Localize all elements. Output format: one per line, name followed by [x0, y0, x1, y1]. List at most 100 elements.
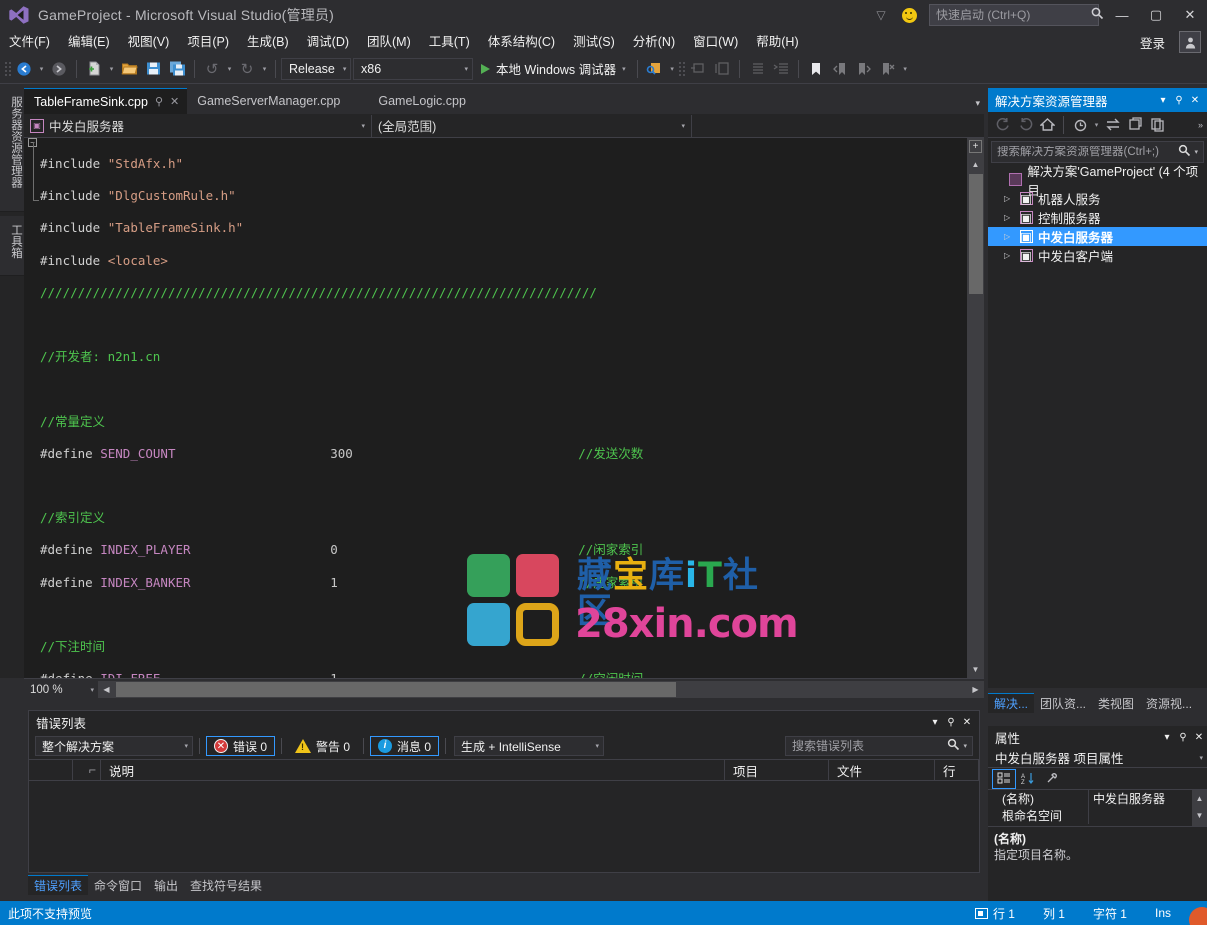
property-row[interactable]: 根命名空间	[988, 807, 1207, 824]
back-icon[interactable]	[992, 114, 1014, 136]
chevron-down-icon[interactable]: ▾	[1155, 95, 1171, 106]
sidebar-tab-toolbox[interactable]: 工具箱	[0, 216, 24, 276]
code-text[interactable]: #include "StdAfx.h" #include "DlgCustomR…	[40, 140, 950, 678]
tree-item-control-server[interactable]: ▷ ▣ 控制服务器	[988, 208, 1207, 227]
next-bookmark-icon[interactable]	[852, 57, 876, 81]
open-file-icon[interactable]	[117, 57, 141, 81]
signin-link[interactable]: 登录	[1130, 33, 1175, 52]
column-line[interactable]: 行	[935, 759, 979, 781]
feedback-smiley-icon[interactable]	[895, 0, 923, 30]
navigate-backward-caret[interactable]: ▾	[36, 57, 47, 81]
menu-file[interactable]: 文件(F)	[0, 30, 59, 54]
expander-icon[interactable]: ▷	[1004, 213, 1018, 222]
bookmark-caret[interactable]: ▾	[900, 57, 911, 81]
error-scope-combo[interactable]: 整个解决方案 ▾	[35, 736, 193, 756]
menu-team[interactable]: 团队(M)	[358, 30, 420, 54]
close-icon[interactable]: ✕	[170, 95, 179, 108]
expander-icon[interactable]: ▷	[1004, 232, 1018, 241]
categorized-icon[interactable]	[992, 769, 1016, 789]
pin-icon[interactable]: ⚲	[1171, 95, 1187, 106]
pin-icon[interactable]: ⚲	[1175, 732, 1191, 743]
tab-find-symbol-results[interactable]: 查找符号结果	[184, 875, 268, 895]
new-item-caret[interactable]: ▾	[106, 57, 117, 81]
find-caret[interactable]: ▾	[667, 57, 678, 81]
quick-launch-input[interactable]	[936, 8, 1091, 22]
tab-class-view[interactable]: 类视图	[1092, 693, 1140, 713]
home-icon[interactable]	[1036, 114, 1058, 136]
redo-icon[interactable]: ↻	[235, 57, 259, 81]
properties-scrollbar[interactable]: ▲ ▼	[1192, 790, 1207, 826]
scroll-up-button[interactable]: ▲	[1192, 790, 1207, 807]
document-tab-gamelogic[interactable]: GameLogic.cpp	[368, 88, 474, 114]
close-button[interactable]: ✕	[1173, 0, 1207, 30]
tab-overflow-icon[interactable]: ▾	[975, 98, 980, 109]
tree-item-solution[interactable]: 解决方案'GameProject' (4 个项目	[988, 170, 1207, 189]
tab-resource-view[interactable]: 资源视...	[1140, 693, 1198, 713]
error-list-rows[interactable]	[29, 781, 979, 849]
code-editor[interactable]: − #include "StdAfx.h" #include "DlgCusto…	[24, 138, 984, 678]
menu-help[interactable]: 帮助(H)	[747, 30, 807, 54]
messages-filter-button[interactable]: i 消息 0	[370, 736, 439, 756]
menu-tools[interactable]: 工具(T)	[420, 30, 479, 54]
chevron-down-icon[interactable]: ▾	[622, 65, 626, 73]
start-debugging-button[interactable]: 本地 Windows 调试器 ▾	[475, 57, 632, 81]
toggle-bookmark-icon[interactable]	[804, 57, 828, 81]
navigate-backward-icon[interactable]	[12, 57, 36, 81]
toolbar-grip-2[interactable]	[678, 60, 686, 78]
solution-platform-combo[interactable]: x86 ▾	[353, 58, 473, 80]
editor-vertical-scrollbar[interactable]: + ▲ ▼	[967, 138, 984, 678]
properties-icon[interactable]	[1146, 114, 1168, 136]
search-icon[interactable]	[947, 738, 960, 754]
undo-caret[interactable]: ▾	[224, 57, 235, 81]
property-value[interactable]	[1088, 807, 1207, 824]
search-options-caret[interactable]: ▾	[960, 742, 970, 750]
menu-view[interactable]: 视图(V)	[119, 30, 179, 54]
account-icon[interactable]	[1179, 31, 1201, 53]
increase-indent-icon[interactable]	[769, 57, 793, 81]
menu-window[interactable]: 窗口(W)	[684, 30, 747, 54]
clear-bookmarks-icon[interactable]	[876, 57, 900, 81]
menu-build[interactable]: 生成(B)	[238, 30, 298, 54]
save-icon[interactable]	[141, 57, 165, 81]
editor-scroll-thumb[interactable]	[969, 174, 983, 294]
quick-launch-box[interactable]	[929, 4, 1099, 26]
scroll-left-button[interactable]: ◀	[98, 681, 115, 698]
expander-icon[interactable]: ▷	[1004, 251, 1018, 260]
redo-caret[interactable]: ▾	[259, 57, 270, 81]
pin-icon[interactable]: ⚲	[155, 95, 163, 108]
solution-configuration-combo[interactable]: Release ▾	[281, 58, 351, 80]
close-icon[interactable]: ✕	[959, 717, 975, 728]
uncomment-selection-icon[interactable]	[710, 57, 734, 81]
properties-grid[interactable]: (名称) 中发白服务器 根命名空间 ▲ ▼	[988, 790, 1207, 826]
code-gutter[interactable]: −	[24, 138, 40, 678]
menu-project[interactable]: 项目(P)	[178, 30, 238, 54]
errors-filter-button[interactable]: ✕ 错误 0	[206, 736, 275, 756]
show-all-files-icon[interactable]	[1124, 114, 1146, 136]
maximize-button[interactable]: ▢	[1139, 0, 1173, 30]
error-search-input[interactable]	[792, 739, 947, 753]
column-project[interactable]: 项目	[725, 759, 829, 781]
scroll-right-button[interactable]: ▶	[967, 681, 984, 698]
minimize-button[interactable]: —	[1105, 0, 1139, 30]
warnings-filter-button[interactable]: 警告 0	[288, 736, 357, 756]
column-file[interactable]: 文件	[829, 759, 935, 781]
sidebar-tab-server-explorer[interactable]: 服务器资源管理器	[0, 88, 24, 212]
feedback-filter-icon[interactable]: ▽	[867, 0, 895, 30]
tab-output[interactable]: 输出	[148, 875, 184, 895]
tree-item-zhongfabai-server[interactable]: ▷ ▣ 中发白服务器	[988, 227, 1207, 246]
menu-edit[interactable]: 编辑(E)	[59, 30, 119, 54]
menu-architecture[interactable]: 体系结构(C)	[479, 30, 564, 54]
error-search-box[interactable]: ▾	[785, 736, 973, 756]
comment-selection-icon[interactable]	[686, 57, 710, 81]
forward-icon[interactable]	[1014, 114, 1036, 136]
previous-bookmark-icon[interactable]	[828, 57, 852, 81]
tree-item-zhongfabai-client[interactable]: ▷ ▣ 中发白客户端	[988, 246, 1207, 265]
decrease-indent-icon[interactable]	[745, 57, 769, 81]
navbar-scope-combo[interactable]: (全局范围) ▾	[372, 115, 692, 137]
save-all-icon[interactable]	[165, 57, 189, 81]
solution-search-input[interactable]	[997, 146, 1178, 158]
scroll-marker-icon[interactable]: +	[969, 140, 982, 153]
column-description[interactable]: 说明	[101, 759, 725, 781]
menu-analyze[interactable]: 分析(N)	[624, 30, 684, 54]
column-sort-indicator[interactable]: ⌐	[73, 759, 101, 781]
